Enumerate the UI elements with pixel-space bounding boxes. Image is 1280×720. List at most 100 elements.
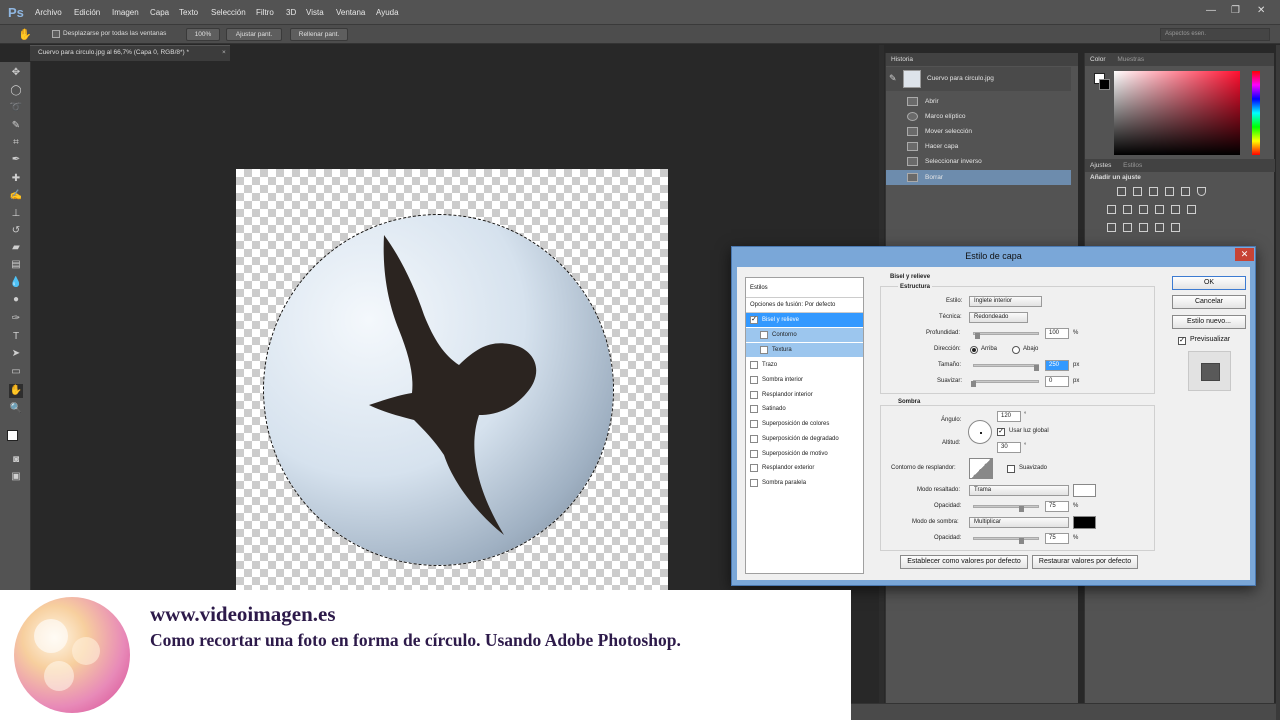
gradient-tool-icon[interactable]: ▤ (9, 258, 23, 272)
tab-adjustments[interactable]: Ajustes (1090, 162, 1111, 169)
quick-select-tool-icon[interactable]: ✎ (9, 119, 23, 133)
dialog-close-icon[interactable]: ✕ (1235, 248, 1254, 261)
dodge-tool-icon[interactable]: ● (9, 293, 23, 307)
angle-dial[interactable] (968, 420, 992, 444)
style-item-bevel[interactable]: ✓ Bisel y relieve (746, 313, 863, 327)
menu-archivo[interactable]: Archivo (35, 8, 62, 17)
history-brush-tool-icon[interactable]: ↺ (9, 224, 23, 238)
minimize-icon[interactable]: — (1206, 5, 1216, 16)
soften-input[interactable]: 0 (1045, 376, 1069, 387)
channel-mixer-icon[interactable] (1171, 205, 1180, 214)
color-overlay-checkbox[interactable] (750, 420, 758, 428)
satin-checkbox[interactable] (750, 405, 758, 413)
type-tool-icon[interactable]: T (9, 330, 23, 344)
quick-mask-icon[interactable]: ◙ (9, 453, 23, 467)
shape-tool-icon[interactable]: ▭ (9, 365, 23, 379)
lasso-tool-icon[interactable]: ➰ (9, 101, 23, 115)
history-item[interactable]: Hacer capa (886, 139, 1071, 154)
screen-mode-icon[interactable]: ▣ (9, 470, 23, 484)
outer-glow-checkbox[interactable] (750, 464, 758, 472)
depth-slider-knob[interactable] (975, 333, 980, 339)
highlight-opacity-knob[interactable] (1019, 506, 1024, 512)
style-item-inner-shadow[interactable]: Sombra interior (746, 373, 863, 387)
healing-brush-tool-icon[interactable]: ✚ (9, 172, 23, 186)
bevel-checkbox[interactable]: ✓ (750, 316, 758, 324)
size-slider[interactable] (973, 364, 1039, 367)
highlight-opacity-slider[interactable] (973, 505, 1039, 508)
move-tool-icon[interactable]: ✥ (9, 66, 23, 80)
inner-glow-checkbox[interactable] (750, 391, 758, 399)
menu-texto[interactable]: Texto (179, 8, 198, 17)
caption-url[interactable]: www.videoimagen.es (150, 602, 336, 627)
depth-input[interactable]: 100 (1045, 328, 1069, 339)
preview-checkbox[interactable]: ✓ (1178, 337, 1186, 345)
tab-color[interactable]: Color (1090, 56, 1106, 63)
eyedropper-tool-icon[interactable]: ✒ (9, 153, 23, 167)
shadow-opacity-input[interactable]: 75 (1045, 533, 1069, 544)
highlight-mode-select[interactable]: Trama (969, 485, 1069, 496)
menu-filtro[interactable]: Filtro (256, 8, 274, 17)
shadow-color-swatch[interactable] (1073, 516, 1096, 529)
menu-ventana[interactable]: Ventana (336, 8, 365, 17)
gloss-contour-picker[interactable] (969, 458, 993, 479)
gradient-overlay-checkbox[interactable] (750, 435, 758, 443)
inner-shadow-checkbox[interactable] (750, 376, 758, 384)
altitude-input[interactable]: 30 (997, 442, 1021, 453)
highlight-opacity-input[interactable]: 75 (1045, 501, 1069, 512)
zoom-tool-icon[interactable]: 🔍 (9, 402, 23, 416)
workspace-select[interactable]: Aspectos esen. (1160, 28, 1270, 41)
history-item[interactable]: Mover selección (886, 124, 1071, 139)
history-item[interactable]: Seleccionar inverso (886, 154, 1071, 169)
shadow-opacity-knob[interactable] (1019, 538, 1024, 544)
fit-screen-button[interactable]: Ajustar pant. (226, 28, 282, 41)
style-item-contour[interactable]: Contorno (746, 328, 863, 342)
brightness-icon[interactable] (1117, 187, 1126, 196)
style-item-gradient-overlay[interactable]: Superposición de degradado (746, 432, 863, 446)
gradient-map-icon[interactable] (1197, 187, 1206, 196)
close-tab-icon[interactable]: × (222, 46, 226, 60)
stroke-checkbox[interactable] (750, 361, 758, 369)
depth-slider[interactable] (973, 332, 1039, 335)
style-item-inner-glow[interactable]: Resplandor interior (746, 388, 863, 402)
scroll-all-checkbox[interactable] (52, 30, 60, 38)
selective-color-icon[interactable] (1155, 223, 1164, 232)
maximize-icon[interactable]: ❐ (1231, 5, 1240, 16)
levels-icon[interactable] (1133, 187, 1142, 196)
threshold-icon[interactable] (1139, 223, 1148, 232)
zoom-100-button[interactable]: 100% (186, 28, 220, 41)
blend-options-item[interactable]: Opciones de fusión: Por defecto (746, 298, 863, 312)
path-select-tool-icon[interactable]: ➤ (9, 347, 23, 361)
vibrance-icon[interactable] (1181, 187, 1190, 196)
shadow-mode-select[interactable]: Multiplicar (969, 517, 1069, 528)
document-tab[interactable]: Cuervo para circulo.jpg al 66,7% (Capa 0… (30, 45, 230, 61)
drop-shadow-checkbox[interactable] (750, 479, 758, 487)
size-slider-knob[interactable] (1034, 365, 1039, 371)
tab-styles[interactable]: Estilos (1123, 162, 1142, 169)
soften-slider[interactable] (973, 380, 1039, 383)
style-item-pattern-overlay[interactable]: Superposición de motivo (746, 447, 863, 461)
blur-tool-icon[interactable]: 💧 (9, 276, 23, 290)
hand-tool-icon[interactable]: ✋ (18, 28, 32, 41)
marquee-ellipse-tool-icon[interactable]: ◯ (9, 84, 23, 98)
hue-slider[interactable] (1252, 71, 1260, 155)
menu-ayuda[interactable]: Ayuda (376, 8, 399, 17)
menu-capa[interactable]: Capa (150, 8, 169, 17)
invert-icon[interactable] (1107, 223, 1116, 232)
brush-tool-icon[interactable]: ✍ (9, 189, 23, 203)
close-window-icon[interactable]: ✕ (1257, 5, 1265, 16)
color-balance-icon[interactable] (1123, 205, 1132, 214)
global-light-checkbox[interactable]: ✓ (997, 428, 1005, 436)
hue-sat-icon[interactable] (1107, 205, 1116, 214)
history-snapshot[interactable]: ✎ Cuervo para circulo.jpg (886, 67, 1071, 91)
menu-edicion[interactable]: Edición (74, 8, 100, 17)
antialias-checkbox[interactable] (1007, 465, 1015, 473)
make-default-button[interactable]: Establecer como valores por defecto (900, 555, 1028, 569)
history-tab[interactable]: Historia (886, 53, 1078, 66)
direction-up-radio[interactable] (970, 346, 978, 354)
style-item-drop-shadow[interactable]: Sombra paralela (746, 476, 863, 490)
eraser-tool-icon[interactable]: ▰ (9, 241, 23, 255)
style-item-satin[interactable]: Satinado (746, 402, 863, 416)
direction-down-radio[interactable] (1012, 346, 1020, 354)
ok-button[interactable]: OK (1172, 276, 1246, 290)
style-item-stroke[interactable]: Trazo (746, 358, 863, 372)
